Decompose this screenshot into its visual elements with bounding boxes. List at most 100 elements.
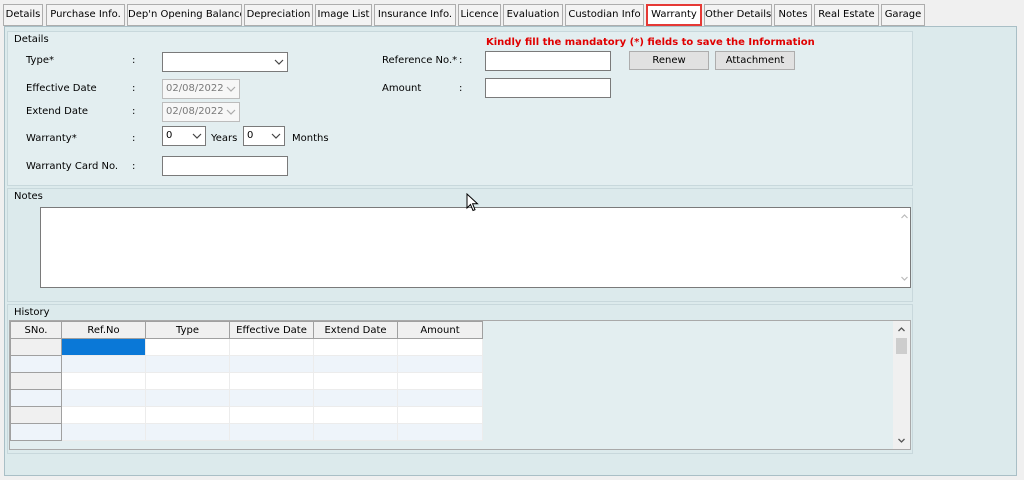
table-cell[interactable] — [397, 423, 483, 441]
tab-notes[interactable]: Notes — [774, 4, 812, 26]
table-row[interactable] — [10, 406, 483, 424]
table-cell[interactable] — [61, 372, 146, 390]
tab-image-list[interactable]: Image List — [315, 4, 372, 26]
table-row[interactable] — [10, 389, 483, 407]
warranty-card-input[interactable] — [162, 156, 288, 176]
scroll-down-icon[interactable] — [896, 436, 907, 446]
table-cell[interactable] — [229, 372, 314, 390]
row-header[interactable] — [10, 338, 62, 356]
tab-evaluation[interactable]: Evaluation — [503, 4, 563, 26]
table-cell[interactable] — [313, 389, 398, 407]
row-header[interactable] — [10, 423, 62, 441]
history-grid[interactable]: SNo. Ref.No Type Effective Date Extend D… — [9, 320, 911, 450]
table-row[interactable] — [10, 338, 483, 356]
table-cell[interactable] — [61, 355, 146, 373]
amount-input[interactable] — [485, 78, 611, 98]
history-table: SNo. Ref.No Type Effective Date Extend D… — [10, 321, 483, 441]
table-cell[interactable] — [313, 406, 398, 424]
table-cell[interactable] — [397, 389, 483, 407]
row-header[interactable] — [10, 406, 62, 424]
months-label: Months — [292, 133, 329, 144]
chevron-down-icon — [192, 133, 202, 139]
warranty-years-select[interactable]: 0 — [162, 126, 206, 146]
col-sno[interactable]: SNo. — [10, 321, 62, 339]
row-header[interactable] — [10, 355, 62, 373]
mouse-pointer-icon — [466, 193, 479, 212]
reference-no-colon: : — [459, 55, 463, 66]
table-cell[interactable] — [61, 423, 146, 441]
amount-colon: : — [459, 83, 463, 94]
tab-details[interactable]: Details — [3, 4, 43, 26]
scroll-up-icon[interactable] — [899, 211, 910, 221]
scrollbar-thumb[interactable] — [896, 338, 907, 354]
table-cell[interactable] — [229, 389, 314, 407]
extend-date-picker[interactable]: 02/08/2022 — [162, 102, 240, 122]
col-ref-no[interactable]: Ref.No — [61, 321, 146, 339]
table-cell[interactable] — [61, 406, 146, 424]
table-cell-selected[interactable] — [61, 338, 146, 356]
warranty-years-value: 0 — [166, 130, 173, 141]
table-row[interactable] — [10, 372, 483, 390]
row-header[interactable] — [10, 389, 62, 407]
tab-warranty[interactable]: Warranty — [646, 4, 702, 26]
extend-date-colon: : — [132, 106, 136, 117]
table-cell[interactable] — [313, 372, 398, 390]
tab-other-details[interactable]: Other Details — [704, 4, 772, 26]
warranty-months-select[interactable]: 0 — [243, 126, 285, 146]
tab-depreciation[interactable]: Depreciation — [244, 4, 313, 26]
table-cell[interactable] — [397, 406, 483, 424]
notes-textarea[interactable] — [40, 207, 911, 288]
tab-real-estate[interactable]: Real Estate — [814, 4, 879, 26]
table-cell[interactable] — [145, 355, 230, 373]
renew-button[interactable]: Renew — [629, 51, 709, 70]
tab-garage[interactable]: Garage — [881, 4, 925, 26]
table-cell[interactable] — [229, 406, 314, 424]
chevron-down-icon — [274, 59, 284, 65]
details-group: Details Kindly fill the mandatory (*) fi… — [7, 31, 913, 186]
table-cell[interactable] — [229, 338, 314, 356]
warranty-card-colon: : — [132, 161, 136, 172]
warranty-months-value: 0 — [247, 130, 254, 141]
table-cell[interactable] — [145, 406, 230, 424]
tab-custodian-info[interactable]: Custodian Info — [565, 4, 644, 26]
col-amount[interactable]: Amount — [397, 321, 483, 339]
effective-date-picker[interactable]: 02/08/2022 — [162, 79, 240, 99]
table-cell[interactable] — [229, 355, 314, 373]
table-cell[interactable] — [145, 389, 230, 407]
effective-date-colon: : — [132, 83, 136, 94]
col-extend-date[interactable]: Extend Date — [313, 321, 398, 339]
warranty-label: Warranty* — [26, 133, 77, 144]
extend-date-value: 02/08/2022 — [166, 106, 224, 117]
table-cell[interactable] — [313, 423, 398, 441]
notes-group-title: Notes — [14, 191, 43, 202]
type-select[interactable] — [162, 52, 288, 72]
tab-purchase-info[interactable]: Purchase Info. — [46, 4, 125, 26]
row-header[interactable] — [10, 372, 62, 390]
table-cell[interactable] — [397, 355, 483, 373]
reference-no-input[interactable] — [485, 51, 611, 71]
table-cell[interactable] — [313, 338, 398, 356]
scroll-up-icon[interactable] — [896, 324, 907, 334]
attachment-button[interactable]: Attachment — [715, 51, 795, 70]
table-cell[interactable] — [145, 372, 230, 390]
table-cell[interactable] — [397, 338, 483, 356]
table-cell[interactable] — [229, 423, 314, 441]
table-row[interactable] — [10, 423, 483, 441]
effective-date-label: Effective Date — [26, 83, 97, 94]
tab-insurance-info[interactable]: Insurance Info. — [374, 4, 456, 26]
table-cell[interactable] — [61, 389, 146, 407]
history-scrollbar[interactable] — [893, 321, 910, 449]
warranty-panel: Details Kindly fill the mandatory (*) fi… — [4, 26, 1017, 476]
table-cell[interactable] — [397, 372, 483, 390]
table-cell[interactable] — [313, 355, 398, 373]
notes-scrollbar[interactable] — [896, 208, 910, 287]
scroll-down-icon[interactable] — [899, 274, 910, 284]
tab-licence[interactable]: Licence — [458, 4, 501, 26]
details-group-title: Details — [14, 34, 49, 45]
table-cell[interactable] — [145, 338, 230, 356]
col-type[interactable]: Type — [145, 321, 230, 339]
col-effective-date[interactable]: Effective Date — [229, 321, 314, 339]
tab-depn-opening-balance[interactable]: Dep'n Opening Balance — [127, 4, 242, 26]
table-row[interactable] — [10, 355, 483, 373]
table-cell[interactable] — [145, 423, 230, 441]
